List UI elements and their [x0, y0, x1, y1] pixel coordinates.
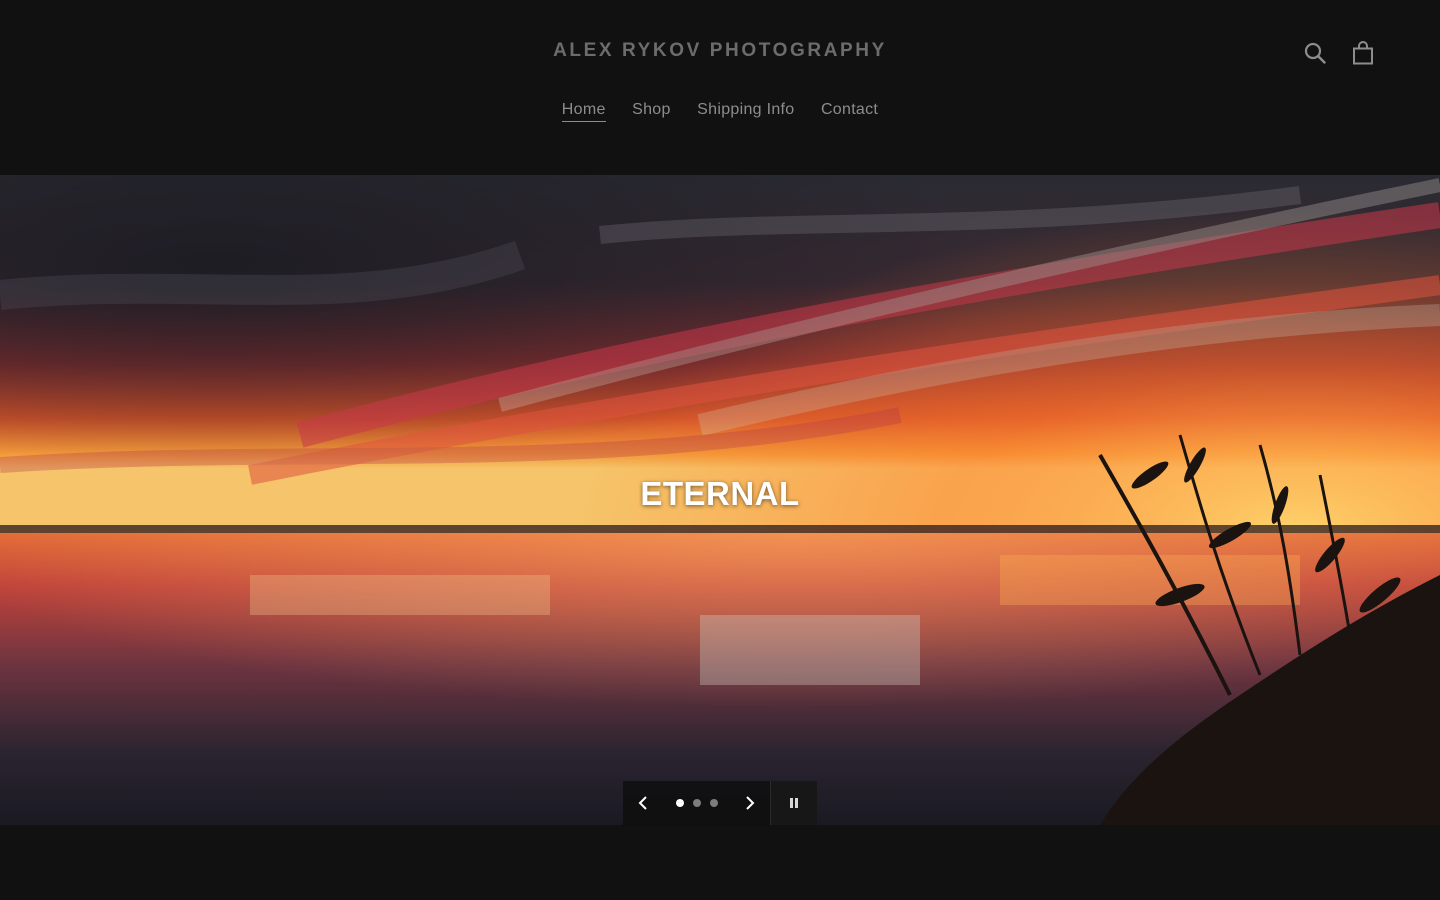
site-header: ALEX RYKOV PHOTOGRAPHY Home Shop Shippin…: [0, 0, 1440, 175]
slide-dot-2[interactable]: [692, 799, 701, 807]
slide-dot-1[interactable]: [675, 799, 684, 807]
slide-title: ETERNAL: [640, 475, 800, 512]
hero-slideshow: ETERNAL: [0, 175, 1440, 825]
site-title[interactable]: ALEX RYKOV PHOTOGRAPHY: [0, 40, 1440, 62]
nav-home[interactable]: Home: [561, 101, 606, 122]
slide-dots: [675, 799, 718, 807]
slide-navigation: [623, 781, 770, 825]
nav-shop[interactable]: Shop: [632, 101, 671, 121]
slideshow-controls: [623, 781, 817, 825]
chevron-right-icon[interactable]: [742, 793, 758, 813]
nav-shipping-info[interactable]: Shipping Info: [697, 101, 794, 121]
chevron-left-icon[interactable]: [635, 793, 651, 813]
search-icon[interactable]: [1302, 38, 1328, 68]
slide-dot-3[interactable]: [709, 799, 718, 807]
header-icons: [1302, 38, 1376, 68]
main-nav: Home Shop Shipping Info Contact: [0, 101, 1440, 122]
pause-icon[interactable]: [770, 781, 817, 825]
nav-contact[interactable]: Contact: [821, 101, 878, 121]
cart-icon[interactable]: [1350, 38, 1376, 68]
